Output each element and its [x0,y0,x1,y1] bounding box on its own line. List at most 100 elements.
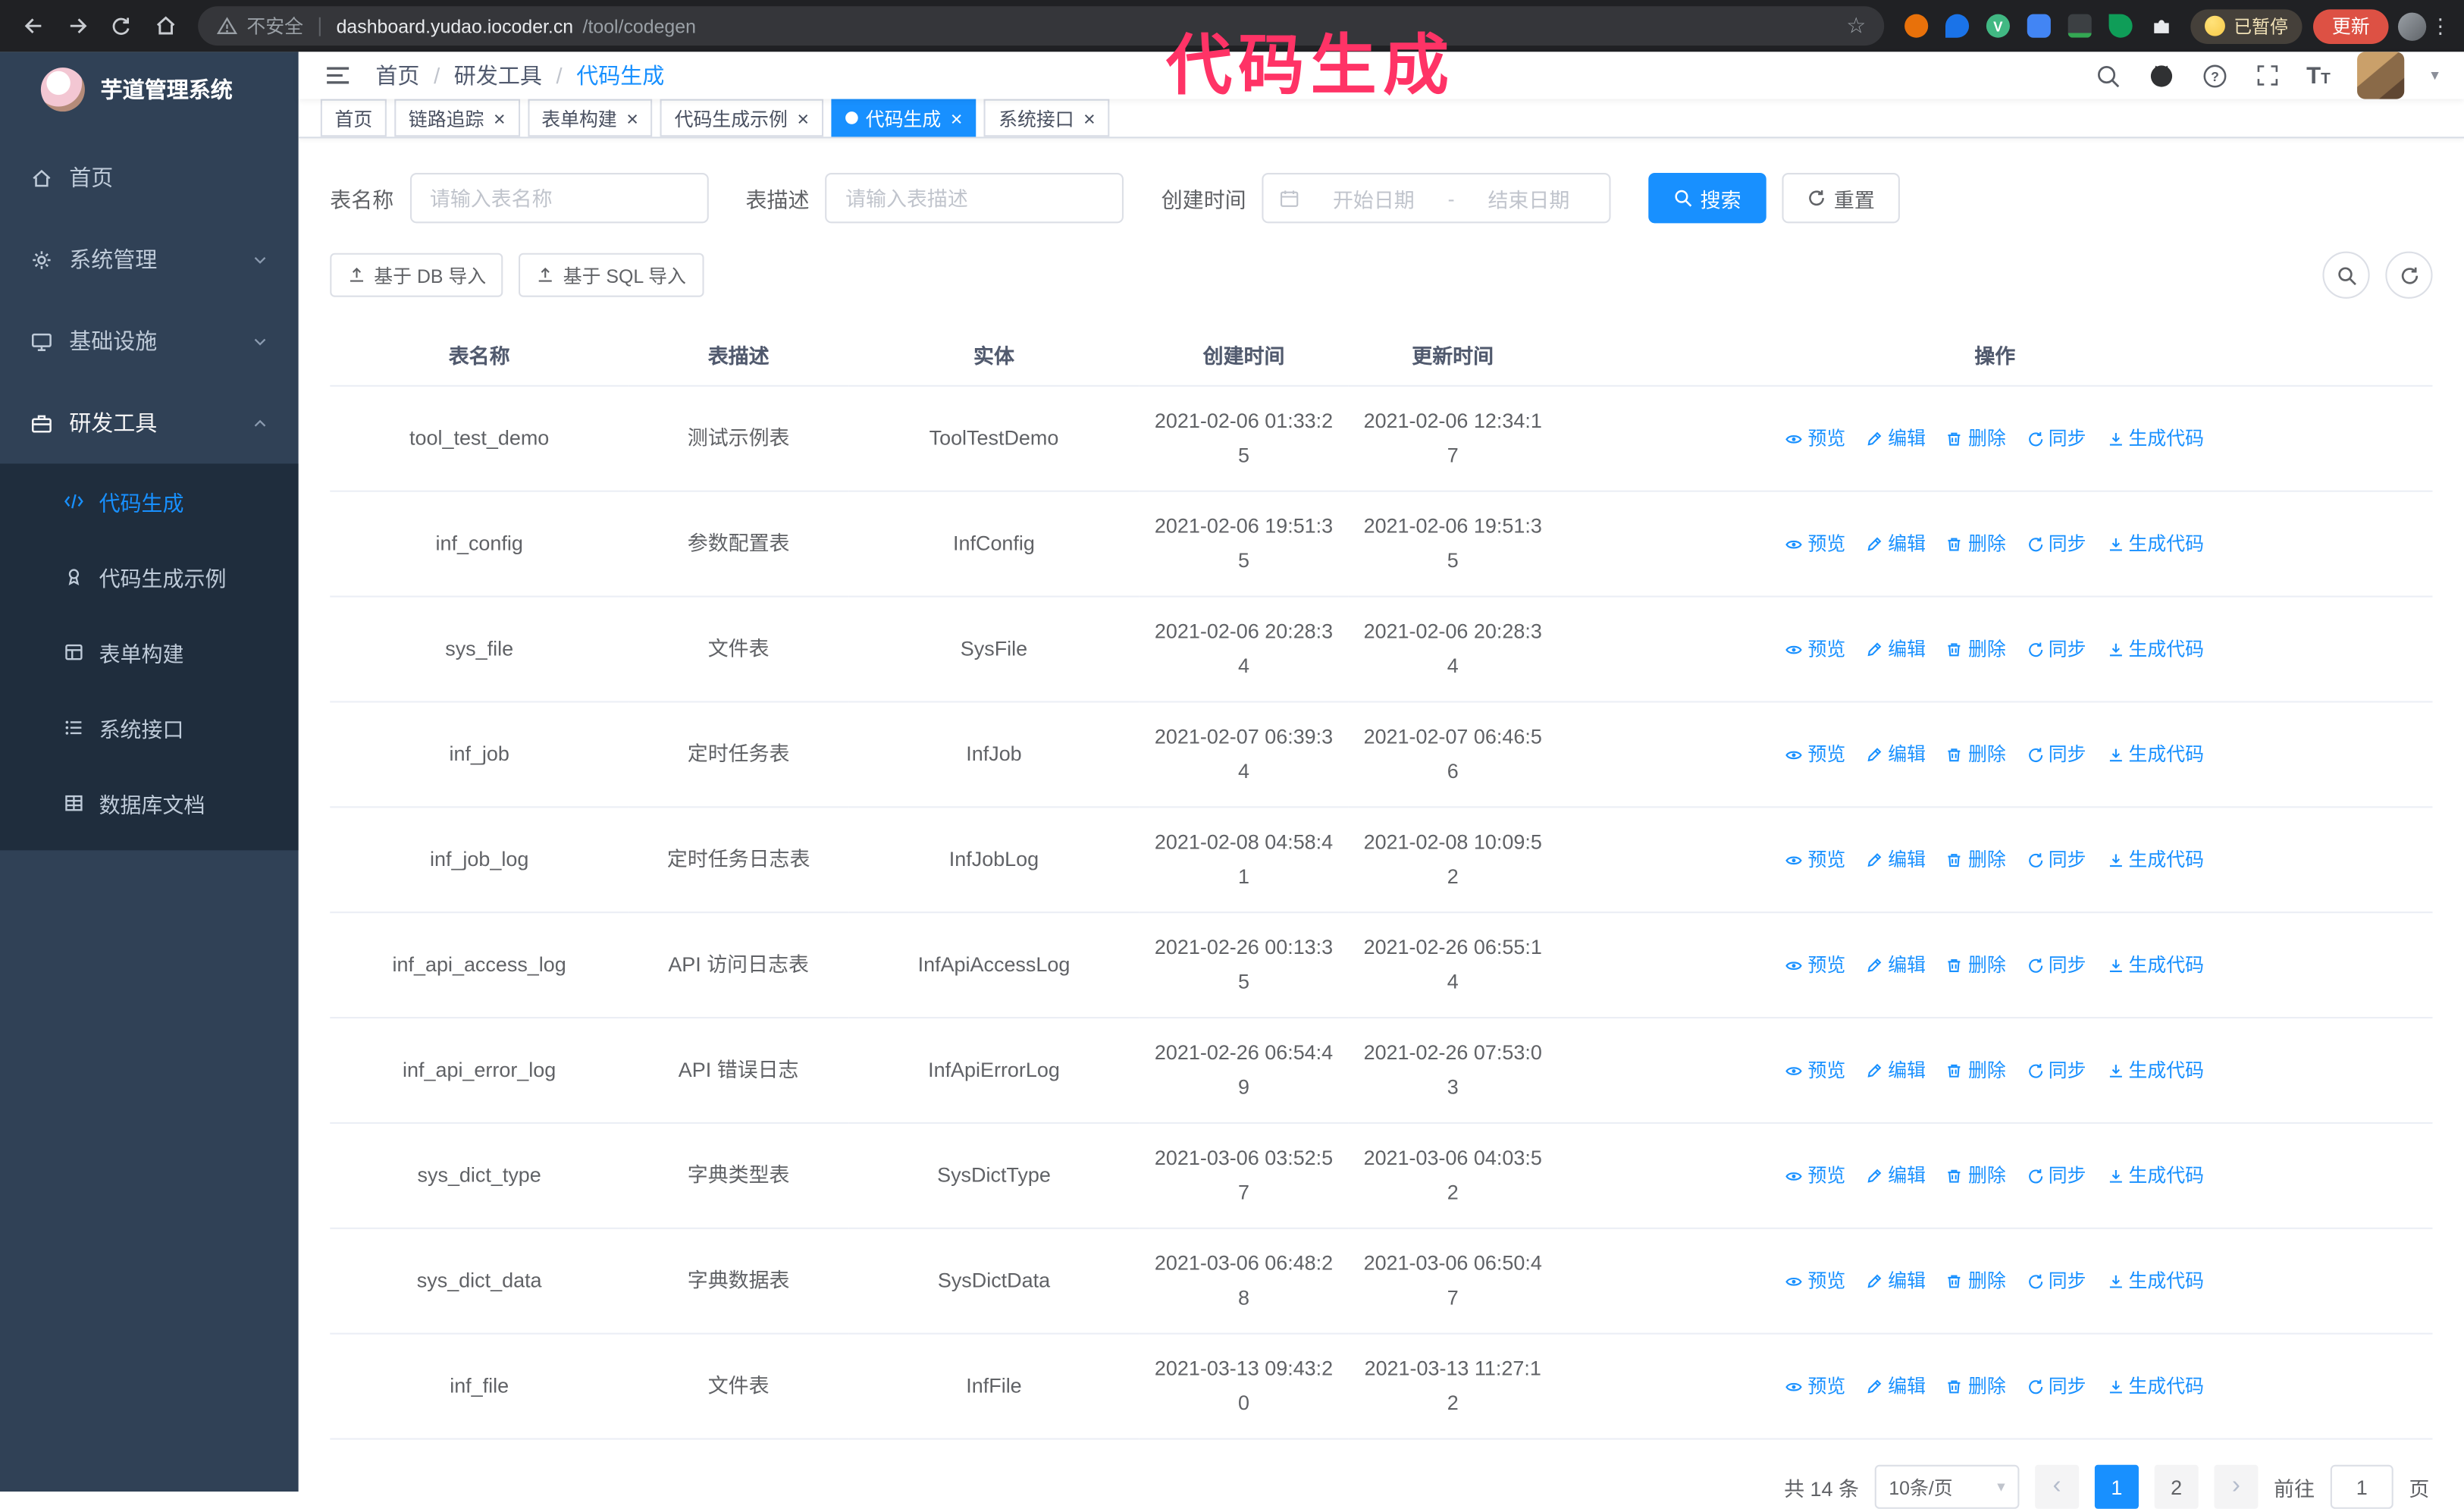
tab-home[interactable]: 首页 [320,99,387,137]
sidebar-item-home[interactable]: 首页 [0,136,299,218]
generate-code-link[interactable]: 生成代码 [2106,526,2204,561]
preview-link[interactable]: 预览 [1786,948,1845,983]
delete-link[interactable]: 删除 [1946,1369,2006,1404]
home-icon[interactable] [145,5,186,46]
page-size-select[interactable]: 10条/页 [1874,1464,2020,1509]
sidebar-item-infra[interactable]: 基础设施 [0,300,299,382]
sidebar-item-codegen[interactable]: 代码生成 [0,463,299,538]
tab-codegen[interactable]: 代码生成 [831,99,977,137]
preview-link[interactable]: 预览 [1786,526,1845,561]
edit-link[interactable]: 编辑 [1866,632,1926,667]
preview-link[interactable]: 预览 [1786,1369,1845,1404]
sidebar-item-form-builder[interactable]: 表单构建 [0,614,299,689]
delete-link[interactable]: 删除 [1946,421,2006,456]
import-db-button[interactable]: 基于 DB 导入 [330,253,503,297]
edit-link[interactable]: 编辑 [1866,1159,1926,1194]
delete-link[interactable]: 删除 [1946,737,2006,772]
generate-code-link[interactable]: 生成代码 [2106,737,2204,772]
tab-form-builder[interactable]: 表单构建 [527,99,653,137]
edit-link[interactable]: 编辑 [1866,842,1926,877]
goto-page-input[interactable] [2330,1464,2393,1509]
delete-link[interactable]: 删除 [1946,526,2006,561]
vue-devtools-extension-icon[interactable]: V [1980,7,2017,45]
generate-code-link[interactable]: 生成代码 [2106,421,2204,456]
drop-extension-icon[interactable] [1939,7,1977,45]
preview-link[interactable]: 预览 [1786,421,1845,456]
next-page-button[interactable] [2214,1464,2259,1509]
delete-link[interactable]: 删除 [1946,1159,2006,1194]
delete-link[interactable]: 删除 [1946,948,2006,983]
delete-link[interactable]: 删除 [1946,842,2006,877]
people-extension-icon[interactable] [2020,7,2058,45]
generate-code-link[interactable]: 生成代码 [2106,1159,2204,1194]
lighthouse-extension-icon[interactable] [1898,7,1936,45]
help-icon[interactable]: ? [2201,62,2227,89]
paused-badge[interactable]: 已暂停 [2191,8,2303,43]
tab-system-api[interactable]: 系统接口 [984,99,1110,137]
browser-menu-icon[interactable] [2429,14,2451,39]
close-icon[interactable] [797,108,809,128]
logo[interactable]: 芋道管理系统 [0,52,299,127]
table-desc-input[interactable] [825,172,1124,224]
close-icon[interactable] [1083,108,1096,128]
sync-link[interactable]: 同步 [2027,632,2086,667]
sync-link[interactable]: 同步 [2027,948,2086,983]
breadcrumb-devtools[interactable]: 研发工具 [454,60,542,91]
close-icon[interactable] [494,108,506,128]
tab-codegen-example[interactable]: 代码生成示例 [660,99,823,137]
fullscreen-icon[interactable] [2255,63,2280,88]
edit-link[interactable]: 编辑 [1866,737,1926,772]
browser-update-button[interactable]: 更新 [2312,8,2389,43]
preview-link[interactable]: 预览 [1786,632,1845,667]
user-avatar[interactable] [2356,52,2405,99]
generate-code-link[interactable]: 生成代码 [2106,842,2204,877]
hamburger-icon[interactable] [324,61,352,89]
edit-link[interactable]: 编辑 [1866,1263,1926,1298]
tab-trace[interactable]: 链路追踪 [394,99,520,137]
bookmark-star-icon[interactable] [1846,13,1866,39]
edit-link[interactable]: 编辑 [1866,1053,1926,1088]
preview-link[interactable]: 预览 [1786,1159,1845,1194]
page-button-2[interactable]: 2 [2154,1464,2199,1509]
sidebar-item-db-doc[interactable]: 数据库文档 [0,765,299,840]
toggle-search-icon[interactable] [2322,251,2370,299]
font-size-icon[interactable]: TT [2306,64,2331,87]
sync-link[interactable]: 同步 [2027,421,2086,456]
refresh-icon[interactable] [2385,251,2433,299]
reload-icon[interactable] [101,5,142,46]
reset-button[interactable]: 重置 [1782,172,1900,224]
address-bar[interactable]: 不安全 dashboard.yudao.iocoder.cn /tool/cod… [198,6,1886,46]
chevron-down-icon[interactable] [2431,67,2438,84]
search-icon[interactable] [2094,62,2121,89]
delete-link[interactable]: 删除 [1946,1053,2006,1088]
preview-link[interactable]: 预览 [1786,1053,1845,1088]
sidebar-item-devtools[interactable]: 研发工具 [0,382,299,464]
edit-link[interactable]: 编辑 [1866,948,1926,983]
browser-profile-avatar[interactable] [2397,11,2427,40]
date-range-picker[interactable]: 开始日期 - 结束日期 [1262,172,1611,224]
github-icon[interactable] [2148,62,2174,89]
sync-link[interactable]: 同步 [2027,1053,2086,1088]
sidebar-item-system[interactable]: 系统管理 [0,218,299,300]
prev-page-button[interactable] [2035,1464,2080,1509]
edit-link[interactable]: 编辑 [1866,1369,1926,1404]
generate-code-link[interactable]: 生成代码 [2106,1263,2204,1298]
sync-link[interactable]: 同步 [2027,737,2086,772]
leaf-extension-icon[interactable] [2102,7,2140,45]
edit-link[interactable]: 编辑 [1866,526,1926,561]
preview-link[interactable]: 预览 [1786,1263,1845,1298]
screen-extension-icon[interactable] [2061,7,2099,45]
search-button[interactable]: 搜索 [1648,172,1766,224]
preview-link[interactable]: 预览 [1786,737,1845,772]
close-icon[interactable] [951,108,963,128]
preview-link[interactable]: 预览 [1786,842,1845,877]
sync-link[interactable]: 同步 [2027,1263,2086,1298]
sidebar-item-system-api[interactable]: 系统接口 [0,690,299,765]
puzzle-extensions-icon[interactable] [2143,7,2180,45]
delete-link[interactable]: 删除 [1946,632,2006,667]
import-sql-button[interactable]: 基于 SQL 导入 [519,253,704,297]
close-icon[interactable] [626,108,638,128]
generate-code-link[interactable]: 生成代码 [2106,948,2204,983]
sync-link[interactable]: 同步 [2027,842,2086,877]
page-button-1[interactable]: 1 [2094,1464,2139,1509]
